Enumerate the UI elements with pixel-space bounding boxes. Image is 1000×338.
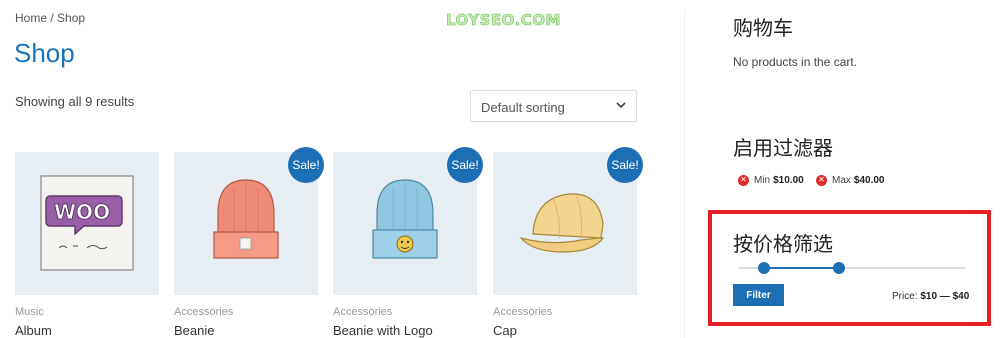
sort-selected-label: Default sorting xyxy=(481,100,565,115)
sale-badge: Sale! xyxy=(447,147,483,183)
filter-value: $40.00 xyxy=(853,174,885,186)
sort-dropdown[interactable]: Default sorting xyxy=(470,90,637,122)
filter-label: Max xyxy=(832,174,851,186)
page-title: Shop xyxy=(14,38,75,68)
cart-empty-message: No products in the cart. xyxy=(733,55,858,69)
product-name[interactable]: Beanie with Logo xyxy=(333,323,433,338)
product-card-album[interactable]: WOO Music Album xyxy=(15,152,160,338)
price-label: Price: xyxy=(892,291,918,302)
active-filter-min[interactable]: ✕ Min $10.00 xyxy=(738,172,804,188)
product-category[interactable]: Music xyxy=(15,306,44,318)
active-filter-max[interactable]: ✕ Max $40.00 xyxy=(816,172,885,188)
price-range-label: Price: $10 — $40 xyxy=(892,291,969,302)
sidebar-divider xyxy=(684,10,685,338)
filter-value: $10.00 xyxy=(773,174,804,186)
product-category[interactable]: Accessories xyxy=(174,306,233,318)
product-category[interactable]: Accessories xyxy=(333,306,392,318)
woo-album-icon: WOO xyxy=(40,175,134,271)
product-name[interactable]: Beanie xyxy=(174,323,214,338)
watermark: LOYSEO.COM xyxy=(446,11,561,30)
product-image[interactable]: WOO xyxy=(15,152,159,295)
product-name[interactable]: Album xyxy=(15,323,52,338)
svg-text:WOO: WOO xyxy=(54,200,110,224)
filter-button[interactable]: Filter xyxy=(733,284,784,306)
sale-badge: Sale! xyxy=(288,147,324,183)
product-card-beanie[interactable]: Sale! Accessories Beanie xyxy=(174,147,324,338)
cart-widget-title: 购物车 xyxy=(733,16,793,40)
breadcrumb[interactable]: Home / Shop xyxy=(15,11,85,25)
filter-label: Min xyxy=(754,174,771,186)
product-card-beanie-with-logo[interactable]: Sale! Accessories Beanie with Logo xyxy=(333,147,483,338)
remove-filter-icon[interactable]: ✕ xyxy=(738,174,749,186)
price-slider-max-handle[interactable] xyxy=(833,262,845,274)
result-count: Showing all 9 results xyxy=(15,94,135,109)
active-filters-title: 启用过滤器 xyxy=(733,136,833,160)
price-slider-range xyxy=(764,267,839,269)
sale-badge: Sale! xyxy=(607,147,643,183)
price-slider-min-handle[interactable] xyxy=(758,262,770,274)
remove-filter-icon[interactable]: ✕ xyxy=(816,174,827,186)
product-card-cap[interactable]: Sale! Accessories Cap xyxy=(493,147,643,338)
product-category[interactable]: Accessories xyxy=(493,306,552,318)
product-name[interactable]: Cap xyxy=(493,323,517,338)
price-filter-title: 按价格筛选 xyxy=(733,232,833,256)
chevron-down-icon xyxy=(616,102,626,109)
price-range-value: $10 — $40 xyxy=(920,291,970,302)
